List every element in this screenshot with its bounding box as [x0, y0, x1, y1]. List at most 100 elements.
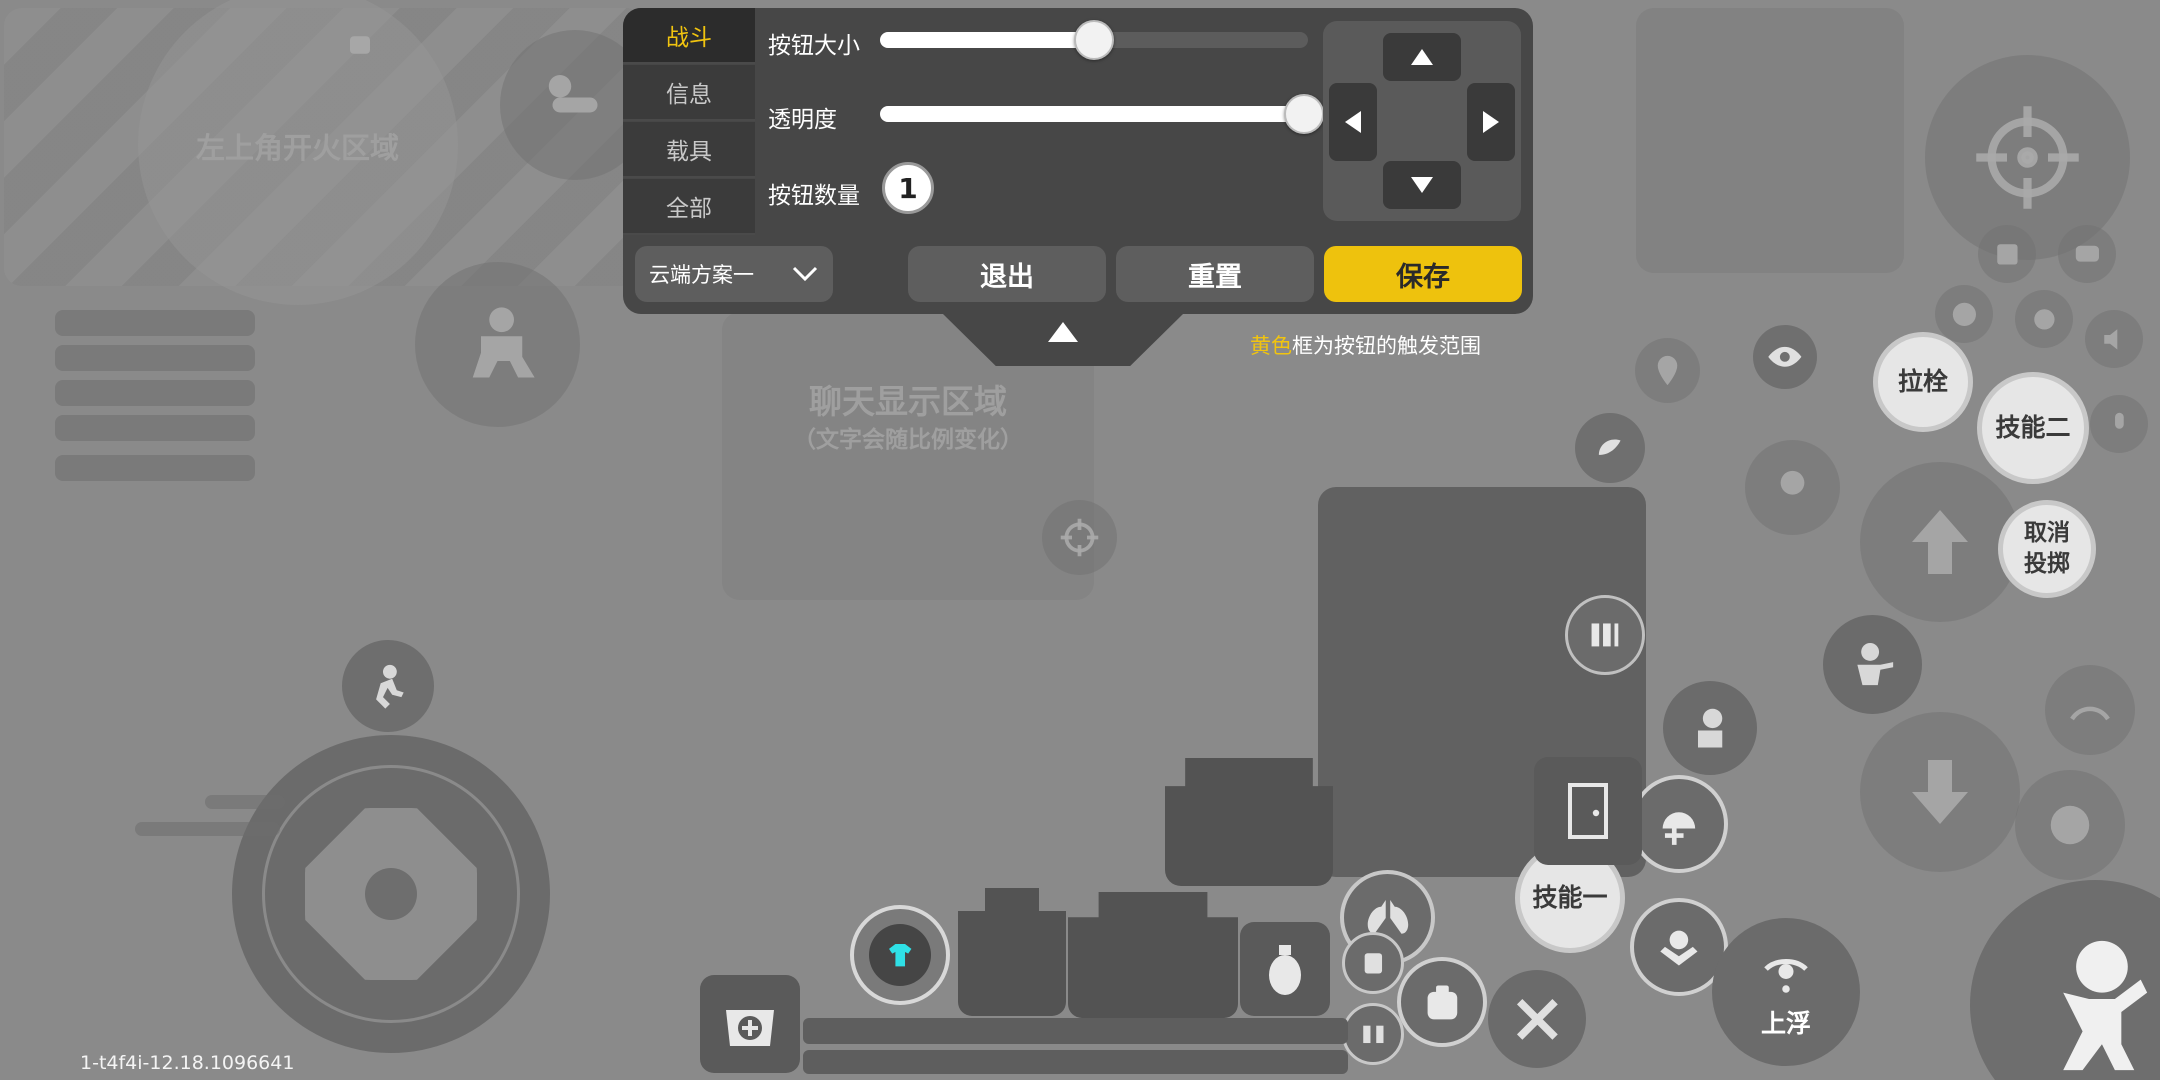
- ghost-list-row: [55, 455, 255, 481]
- tab-combat[interactable]: 战斗: [623, 8, 755, 64]
- opacity-slider[interactable]: [880, 106, 1308, 122]
- backpack-icon: [1427, 985, 1457, 1019]
- revive-hands-icon: [1660, 930, 1698, 966]
- swim-icon: [2045, 665, 2135, 755]
- trigger-range-hint: 黄色框为按钮的触发范围: [1250, 330, 1481, 360]
- vest-icon: [1364, 952, 1382, 974]
- cancel-throw-line2: 投掷: [2024, 551, 2070, 577]
- ghost-list-row: [55, 415, 255, 441]
- throwable-slot[interactable]: [1240, 922, 1330, 1016]
- diver-icon: [1764, 959, 1808, 993]
- tab-all[interactable]: 全部: [623, 179, 755, 235]
- lean-icon: [1697, 708, 1723, 748]
- position-nudge-pad: [1323, 21, 1521, 221]
- door-icon: [1568, 783, 1608, 839]
- jump-button[interactable]: [1970, 880, 2160, 1080]
- layout-scheme-value: 云端方案一: [649, 263, 754, 287]
- map-marker-icon: [1635, 338, 1700, 403]
- hint-text: 框为按钮的触发范围: [1292, 334, 1481, 358]
- opacity-label: 透明度: [768, 107, 837, 133]
- crouch-down-arrow-icon: [1860, 712, 2020, 872]
- fuel-level-bar: [205, 795, 285, 809]
- heal-helmet-button[interactable]: [1630, 775, 1728, 873]
- energy-bar: [803, 1050, 1348, 1074]
- character-avatar-button[interactable]: [850, 905, 950, 1005]
- ghost-list-row: [55, 310, 255, 336]
- arrow-up-icon: [1411, 49, 1433, 65]
- eye-icon: [1768, 347, 1802, 367]
- jumping-figure-icon: [2062, 940, 2147, 1070]
- save-button[interactable]: 保存: [1324, 246, 1522, 302]
- grenade-icon: [1269, 945, 1301, 995]
- grapple-icon: [1745, 440, 1840, 535]
- chat-zone-subtitle: （文字会随比例变化）: [793, 427, 1023, 453]
- backpack-edit-icon: [1978, 225, 2036, 283]
- chevron-down-icon: [792, 266, 818, 282]
- sprint-lock-icon: [342, 640, 434, 732]
- gas-mask-button[interactable]: [1342, 1003, 1404, 1065]
- button-settings-panel: 战斗 信息 载具 全部 按钮大小 透明度 按钮数量 1 云端方案一 退出 重置 …: [623, 8, 1533, 366]
- medkit-icon: [726, 1010, 774, 1046]
- arrow-right-icon: [1483, 111, 1499, 133]
- button-size-label: 按钮大小: [768, 33, 860, 59]
- tab-info[interactable]: 信息: [623, 65, 755, 121]
- ammo-switch-button[interactable]: [1565, 595, 1645, 675]
- weapon-slot-2[interactable]: [1068, 892, 1238, 1018]
- reset-button[interactable]: 重置: [1116, 246, 1314, 302]
- button-count-badge: 1: [882, 162, 934, 214]
- view-eye-button[interactable]: [1753, 325, 1817, 389]
- chicken-leg-icon: [1599, 439, 1621, 456]
- cancel-throw-button[interactable]: 取消 投掷: [1998, 500, 2096, 598]
- nudge-left-button[interactable]: [1329, 83, 1377, 161]
- opacity-knob[interactable]: [1284, 94, 1324, 134]
- joystick-knob[interactable]: [365, 868, 417, 920]
- layout-scheme-select[interactable]: 云端方案一: [635, 246, 833, 302]
- cancel-throw-line1: 取消: [2024, 519, 2070, 546]
- minimap-zone: [1636, 8, 1904, 273]
- grenade-slot-shape: [1165, 758, 1333, 886]
- door-button[interactable]: [1534, 757, 1642, 865]
- health-bar: [803, 1018, 1348, 1044]
- canisters-icon: [1362, 1025, 1384, 1043]
- arrow-up-icon: [1048, 322, 1078, 342]
- category-tabs: 战斗 信息 载具 全部: [623, 8, 755, 236]
- nudge-up-button[interactable]: [1383, 33, 1461, 81]
- backpack-button[interactable]: [1397, 957, 1487, 1047]
- hint-highlight: 黄色: [1250, 334, 1292, 358]
- jump-up-arrow-icon: [1860, 462, 2020, 622]
- melee-chicken-button[interactable]: [1575, 413, 1645, 483]
- nudge-down-button[interactable]: [1383, 161, 1461, 209]
- voice-icon: [335, 20, 385, 70]
- float-up-button[interactable]: 上浮: [1712, 918, 1860, 1066]
- speaker-icon: [2085, 310, 2143, 368]
- ghost-list-row: [55, 345, 255, 371]
- fuel-bar: [135, 822, 280, 836]
- float-up-label: 上浮: [1760, 1009, 1811, 1038]
- chat-bubble-icon: [2058, 225, 2116, 283]
- weapon-slot-1[interactable]: [958, 888, 1066, 1016]
- avatar-icon: [869, 924, 931, 986]
- medkit-button[interactable]: [700, 975, 800, 1073]
- build-version: 1-t4f4i-12.18.1096641: [80, 1052, 295, 1074]
- nudge-right-button[interactable]: [1467, 83, 1515, 161]
- settings-gear-icon: [2015, 290, 2073, 348]
- shoot-mode-button[interactable]: [1820, 612, 1925, 717]
- lean-aim-button[interactable]: [1660, 678, 1760, 778]
- button-count-label: 按钮数量: [768, 183, 860, 209]
- skill-two-button[interactable]: 技能二: [1977, 372, 2089, 484]
- tab-vehicle[interactable]: 载具: [623, 122, 755, 178]
- ammo-icon: [1591, 623, 1619, 647]
- helmet-plus-icon: [1662, 812, 1696, 845]
- arrow-down-icon: [1411, 177, 1433, 193]
- button-size-knob[interactable]: [1074, 20, 1114, 60]
- bolt-button[interactable]: 拉栓: [1873, 332, 1973, 432]
- weapons-icon: [1516, 998, 1558, 1040]
- ghost-list-row: [55, 380, 255, 406]
- exit-button[interactable]: 退出: [908, 246, 1106, 302]
- top-left-fire-zone-label: 左上角开火区域: [195, 131, 399, 165]
- armor-button[interactable]: [1342, 932, 1404, 994]
- aim-crosshair-small-icon: [1042, 500, 1117, 575]
- crouch-shoot-icon: [415, 262, 580, 427]
- weapon-wheel-button[interactable]: [1488, 970, 1586, 1068]
- arrow-left-icon: [1345, 111, 1361, 133]
